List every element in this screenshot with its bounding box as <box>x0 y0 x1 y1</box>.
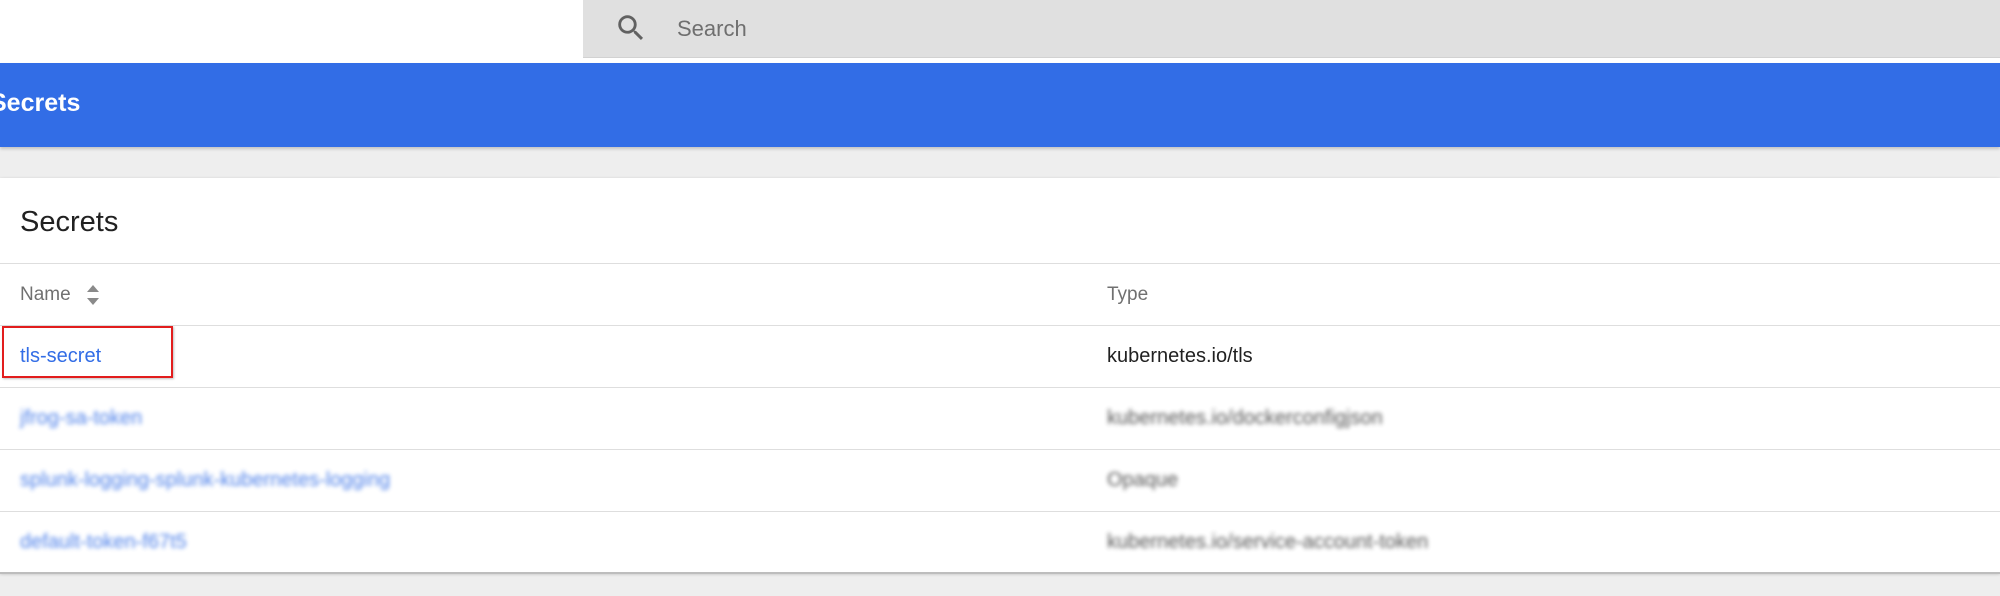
secret-type: kubernetes.io/service-account-token <box>1107 531 1429 553</box>
secret-type: Opaque <box>1107 469 1179 491</box>
table-row: splunk-logging-splunk-kubernetes-logging… <box>0 450 2000 511</box>
divider <box>0 263 2000 264</box>
secret-name-link[interactable]: jfrog-sa-token <box>20 407 142 430</box>
page-title: Secrets <box>0 89 81 117</box>
page: Secrets Secrets Name Type tls-secret kub… <box>0 0 2000 596</box>
title-bar: Secrets <box>0 63 2000 147</box>
table-row: tls-secret kubernetes.io/tls <box>0 326 2000 387</box>
search-icon[interactable] <box>614 11 648 45</box>
secrets-card: Secrets Name Type tls-secret kubernetes.… <box>0 178 2000 573</box>
secret-name-link[interactable]: default-token-f67t5 <box>20 531 187 554</box>
table-row: default-token-f67t5 kubernetes.io/servic… <box>0 512 2000 573</box>
table-row: jfrog-sa-token kubernetes.io/dockerconfi… <box>0 388 2000 449</box>
sort-icon[interactable] <box>86 284 100 306</box>
column-header-name[interactable]: Name <box>20 284 71 306</box>
search-input[interactable] <box>675 12 1679 46</box>
top-bar <box>0 0 2000 63</box>
card-bottom-border <box>0 572 2000 574</box>
column-header-type: Type <box>1107 284 1149 305</box>
highlight-annotation <box>2 326 173 378</box>
secret-type: kubernetes.io/dockerconfigjson <box>1107 407 1383 429</box>
secret-type: kubernetes.io/tls <box>1107 345 1253 367</box>
card-title: Secrets <box>20 206 119 238</box>
secret-name-link[interactable]: splunk-logging-splunk-kubernetes-logging <box>20 469 390 492</box>
